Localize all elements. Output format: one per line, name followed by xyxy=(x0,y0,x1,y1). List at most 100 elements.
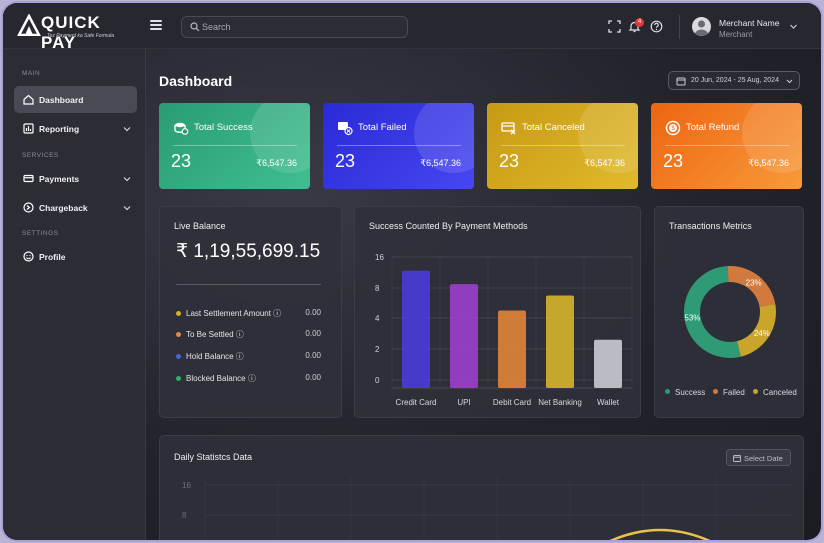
bar-net-banking xyxy=(546,295,574,388)
app-window: QUICK PAY Tez Payment ka Safe Formula 4 xyxy=(3,3,821,540)
legend-canceled: Canceled xyxy=(753,388,797,397)
chevron-down-icon xyxy=(786,79,793,84)
balance-label[interactable]: Last Settlement Amount ⓘ xyxy=(186,308,281,319)
search-bar[interactable] xyxy=(181,16,408,38)
coins-icon xyxy=(174,122,189,135)
card-amount: ₹6,547.36 xyxy=(256,158,297,168)
card-count: 23 xyxy=(663,151,684,171)
failed-icon xyxy=(338,122,353,136)
balance-row: Last Settlement Amount ⓘ 0.00 xyxy=(176,308,321,320)
search-input[interactable] xyxy=(202,19,402,35)
page-title: Dashboard xyxy=(159,73,233,89)
card-divider xyxy=(337,145,461,146)
help-icon[interactable] xyxy=(650,20,663,33)
sidebar: MAIN Dashboard Reporting SERVICES Paymen… xyxy=(3,49,146,540)
card-title: Total Canceled xyxy=(522,122,585,133)
card-title: Total Refund xyxy=(686,122,740,133)
card-divider xyxy=(665,145,789,146)
sidebar-item-payments[interactable]: Payments xyxy=(14,165,137,192)
cancel-icon xyxy=(501,122,516,135)
user-name[interactable]: Merchant Name xyxy=(719,18,779,28)
x-tick-label: UPI xyxy=(457,398,470,407)
logo[interactable]: QUICK PAY Tez Payment ka Safe Formula xyxy=(17,12,137,52)
balance-value: 0.00 xyxy=(305,373,321,382)
sidebar-item-reporting[interactable]: Reporting xyxy=(14,115,137,142)
fullscreen-icon[interactable] xyxy=(608,20,621,33)
balance-label[interactable]: To Be Settled ⓘ xyxy=(186,329,244,340)
bar-credit-card xyxy=(402,270,430,388)
balance-value: 0.00 xyxy=(305,308,321,317)
logo-tagline: Tez Payment ka Safe Formula xyxy=(47,33,115,39)
home-icon xyxy=(23,94,34,105)
y-tick-label: 0 xyxy=(375,376,380,385)
section-label-services: SERVICES xyxy=(22,152,59,159)
y-tick-label: 16 xyxy=(182,481,191,490)
sidebar-item-label: Profile xyxy=(39,252,66,262)
bar-chart: 16 8 4 2 0 Credit Card UPI Debit Card Net Bankin… xyxy=(375,253,633,407)
chevron-down-icon xyxy=(123,206,131,211)
smile-icon xyxy=(23,251,34,262)
status-dot xyxy=(176,354,181,359)
y-tick-label: 8 xyxy=(182,511,187,520)
transactions-metrics-panel: Transactions Metrics 53% 23% 24% Success F… xyxy=(654,206,804,418)
y-tick-label: 8 xyxy=(375,284,380,293)
sidebar-item-chargeback[interactable]: Chargeback xyxy=(14,194,137,221)
daily-line-chart: 16 8 xyxy=(182,476,792,540)
calendar-icon xyxy=(676,77,686,86)
status-dot xyxy=(176,376,181,381)
balance-row: Blocked Balance ⓘ 0.00 xyxy=(176,373,321,385)
card-total-success[interactable]: Total Success 23 ₹6,547.36 xyxy=(159,103,310,189)
grid-vertical-lines xyxy=(204,476,717,540)
section-label-main: MAIN xyxy=(22,70,41,77)
slice-label: 23% xyxy=(746,278,762,287)
card-total-refund[interactable]: $ Total Refund 23 ₹6,547.36 xyxy=(651,103,802,189)
card-count: 23 xyxy=(499,151,520,171)
chargeback-icon xyxy=(23,202,34,213)
live-balance-amount: ₹ 1,19,55,699.15 xyxy=(176,241,321,262)
slice-label: 24% xyxy=(754,329,770,338)
card-amount: ₹6,547.36 xyxy=(584,158,625,168)
date-range-picker[interactable]: 20 Jun, 2024 - 25 Aug, 2024 xyxy=(668,71,800,90)
x-tick-label: Wallet xyxy=(597,398,620,407)
live-balance-panel: Live Balance ₹ 1,19,55,699.15 Last Settl… xyxy=(159,206,342,418)
card-title: Total Failed xyxy=(358,122,407,133)
search-icon xyxy=(190,22,200,32)
section-label-settings: SETTINGS xyxy=(22,230,59,237)
x-tick-label: Credit Card xyxy=(396,398,437,407)
balance-label[interactable]: Hold Balance ⓘ xyxy=(186,351,244,362)
topbar: QUICK PAY Tez Payment ka Safe Formula 4 xyxy=(3,3,821,52)
legend-failed: Failed xyxy=(713,388,745,397)
card-count: 23 xyxy=(335,151,356,171)
sidebar-item-dashboard[interactable]: Dashboard xyxy=(14,86,137,113)
sidebar-item-label: Dashboard xyxy=(39,95,84,105)
chevron-down-icon xyxy=(123,127,131,132)
balance-value: 0.00 xyxy=(305,351,321,360)
y-tick-label: 2 xyxy=(375,345,380,354)
bar-wallet xyxy=(594,339,622,388)
card-count: 23 xyxy=(171,151,192,171)
sidebar-item-label: Reporting xyxy=(39,124,80,134)
notification-badge: 4 xyxy=(635,18,644,27)
sidebar-item-profile[interactable]: Profile xyxy=(14,243,137,270)
card-total-failed[interactable]: Total Failed 23 ₹6,547.36 xyxy=(323,103,474,189)
sidebar-item-label: Chargeback xyxy=(39,203,88,213)
avatar[interactable] xyxy=(692,17,711,36)
chevron-down-icon[interactable] xyxy=(789,22,798,31)
status-dot xyxy=(176,332,181,337)
bar-upi xyxy=(450,284,478,388)
card-total-canceled[interactable]: Total Canceled 23 ₹6,547.36 xyxy=(487,103,638,189)
date-range-text: 20 Jun, 2024 - 25 Aug, 2024 xyxy=(691,77,779,84)
sidebar-item-label: Payments xyxy=(39,174,80,184)
x-tick-label: Debit Card xyxy=(493,398,531,407)
hamburger-menu-icon[interactable] xyxy=(150,20,162,30)
user-role: Merchant xyxy=(719,30,753,39)
daily-series-line xyxy=(609,528,711,540)
card-amount: ₹6,547.36 xyxy=(420,158,461,168)
payment-methods-panel: Success Counted By Payment Methods 16 8 4 2… xyxy=(354,206,641,418)
logo-icon xyxy=(17,14,41,36)
divider xyxy=(176,284,321,285)
y-tick-label: 4 xyxy=(375,314,380,323)
balance-label[interactable]: Blocked Balance ⓘ xyxy=(186,373,256,384)
bar-debit-card xyxy=(498,310,526,388)
divider xyxy=(679,15,680,39)
